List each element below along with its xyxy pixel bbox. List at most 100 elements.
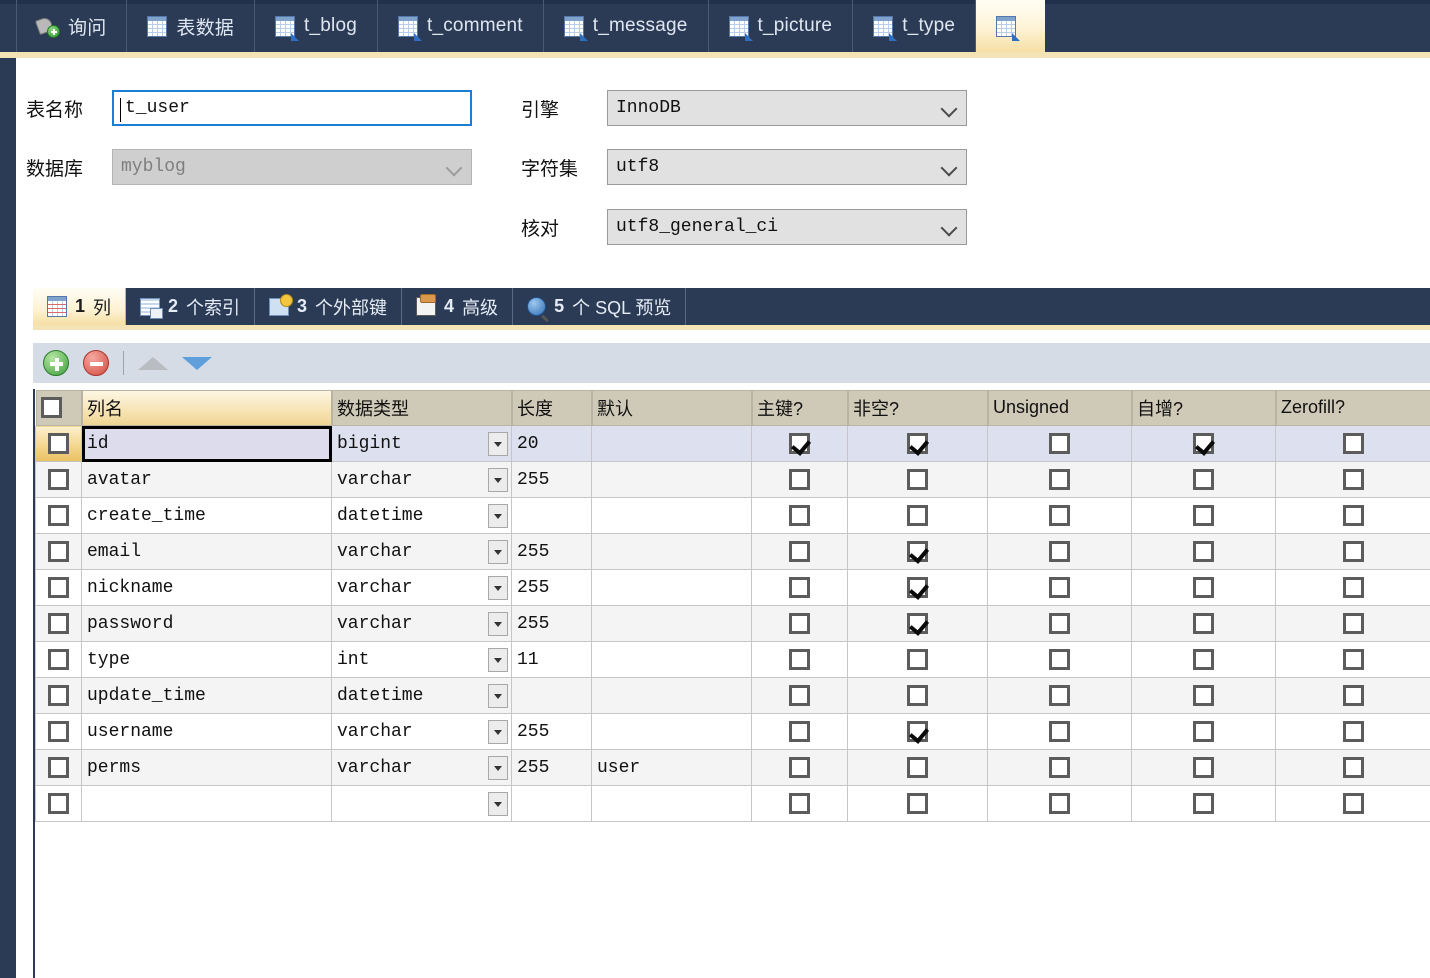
length-cell[interactable] <box>511 785 592 822</box>
primary-key-cell[interactable] <box>751 425 848 462</box>
table-row[interactable]: type int 11 <box>35 641 1430 678</box>
zerofill-checkbox[interactable] <box>1342 684 1364 706</box>
zerofill-checkbox[interactable] <box>1342 504 1364 526</box>
auto-increment-cell[interactable] <box>1131 461 1276 498</box>
data-type-cell[interactable]: varchar <box>331 461 512 498</box>
table-row[interactable]: update_time datetime <box>35 677 1430 714</box>
not-null-checkbox[interactable] <box>907 792 928 814</box>
auto-increment-cell[interactable] <box>1131 569 1276 606</box>
primary-key-checkbox[interactable] <box>789 432 810 454</box>
auto-increment-cell[interactable] <box>1131 677 1276 714</box>
data-type-dropdown-icon[interactable] <box>488 683 508 708</box>
length-cell[interactable]: 255 <box>511 569 592 606</box>
column-name-cell[interactable]: type <box>81 641 332 678</box>
column-name-cell[interactable]: perms <box>81 749 332 786</box>
unsigned-cell[interactable] <box>987 497 1132 534</box>
zerofill-checkbox[interactable] <box>1342 648 1364 670</box>
not-null-cell[interactable] <box>847 605 988 642</box>
default-value-cell[interactable] <box>591 641 752 678</box>
column-name-cell[interactable]: update_time <box>81 677 332 714</box>
grid-header-cell[interactable]: 默认 <box>591 389 752 426</box>
row-select-checkbox[interactable] <box>48 576 69 598</box>
primary-key-cell[interactable] <box>751 785 848 822</box>
table-row[interactable]: email varchar 255 <box>35 533 1430 570</box>
length-cell[interactable] <box>511 497 592 534</box>
auto-increment-checkbox[interactable] <box>1193 720 1214 742</box>
primary-key-cell[interactable] <box>751 677 848 714</box>
row-select-cell[interactable] <box>35 569 82 606</box>
zerofill-cell[interactable] <box>1275 605 1430 642</box>
table-row[interactable] <box>35 785 1430 822</box>
not-null-cell[interactable] <box>847 461 988 498</box>
row-select-cell[interactable] <box>35 497 82 534</box>
zerofill-cell[interactable] <box>1275 785 1430 822</box>
default-value-cell[interactable] <box>591 533 752 570</box>
data-type-cell[interactable]: datetime <box>331 497 512 534</box>
zerofill-cell[interactable] <box>1275 713 1430 750</box>
top-tab-active-table[interactable] <box>976 0 1046 52</box>
data-type-cell[interactable]: varchar <box>331 533 512 570</box>
unsigned-checkbox[interactable] <box>1049 468 1070 490</box>
length-cell[interactable]: 11 <box>511 641 592 678</box>
not-null-checkbox[interactable] <box>907 720 928 742</box>
auto-increment-cell[interactable] <box>1131 497 1276 534</box>
column-name-cell[interactable]: email <box>81 533 332 570</box>
charset-select[interactable]: utf8 <box>607 149 967 185</box>
not-null-checkbox[interactable] <box>907 432 928 454</box>
not-null-checkbox[interactable] <box>907 648 928 670</box>
unsigned-cell[interactable] <box>987 605 1132 642</box>
table-row[interactable]: password varchar 255 <box>35 605 1430 642</box>
table-row[interactable]: nickname varchar 255 <box>35 569 1430 606</box>
unsigned-checkbox[interactable] <box>1049 432 1070 454</box>
row-select-checkbox[interactable] <box>48 792 69 814</box>
data-type-dropdown-icon[interactable] <box>488 791 508 816</box>
zerofill-checkbox[interactable] <box>1342 756 1364 778</box>
auto-increment-cell[interactable] <box>1131 641 1276 678</box>
default-value-cell[interactable] <box>591 785 752 822</box>
zerofill-cell[interactable] <box>1275 641 1430 678</box>
not-null-cell[interactable] <box>847 641 988 678</box>
zerofill-checkbox[interactable] <box>1342 540 1364 562</box>
not-null-checkbox[interactable] <box>907 468 928 490</box>
auto-increment-cell[interactable] <box>1131 713 1276 750</box>
default-value-cell[interactable] <box>591 677 752 714</box>
unsigned-cell[interactable] <box>987 749 1132 786</box>
not-null-checkbox[interactable] <box>907 540 928 562</box>
unsigned-cell[interactable] <box>987 569 1132 606</box>
top-tab-表数据[interactable]: 表数据 <box>127 0 256 52</box>
default-value-cell[interactable] <box>591 497 752 534</box>
default-value-cell[interactable]: user <box>591 749 752 786</box>
collation-select[interactable]: utf8_general_ci <box>607 209 967 245</box>
grid-header-cell[interactable]: 列名 <box>81 389 332 426</box>
table-row[interactable]: create_time datetime <box>35 497 1430 534</box>
data-type-cell[interactable]: datetime <box>331 677 512 714</box>
row-select-cell[interactable] <box>35 641 82 678</box>
row-select-cell[interactable] <box>35 749 82 786</box>
length-cell[interactable]: 255 <box>511 749 592 786</box>
grid-header-cell[interactable]: 非空? <box>847 389 988 426</box>
auto-increment-cell[interactable] <box>1131 533 1276 570</box>
auto-increment-checkbox[interactable] <box>1193 468 1214 490</box>
zerofill-cell[interactable] <box>1275 461 1430 498</box>
unsigned-checkbox[interactable] <box>1049 720 1070 742</box>
auto-increment-checkbox[interactable] <box>1193 684 1214 706</box>
zerofill-checkbox[interactable] <box>1342 576 1364 598</box>
unsigned-checkbox[interactable] <box>1049 756 1070 778</box>
length-cell[interactable]: 255 <box>511 713 592 750</box>
column-name-cell[interactable]: nickname <box>81 569 332 606</box>
not-null-checkbox[interactable] <box>907 612 928 634</box>
row-select-cell[interactable] <box>35 677 82 714</box>
column-name-cell[interactable]: username <box>81 713 332 750</box>
zerofill-cell[interactable] <box>1275 749 1430 786</box>
data-type-cell[interactable]: bigint <box>331 425 512 462</box>
zerofill-cell[interactable] <box>1275 677 1430 714</box>
not-null-cell[interactable] <box>847 713 988 750</box>
length-cell[interactable]: 20 <box>511 425 592 462</box>
auto-increment-cell[interactable] <box>1131 605 1276 642</box>
zerofill-cell[interactable] <box>1275 425 1430 462</box>
row-select-checkbox[interactable] <box>48 540 69 562</box>
column-name-cell[interactable]: create_time <box>81 497 332 534</box>
row-select-checkbox[interactable] <box>48 720 69 742</box>
not-null-cell[interactable] <box>847 785 988 822</box>
primary-key-checkbox[interactable] <box>789 576 810 598</box>
